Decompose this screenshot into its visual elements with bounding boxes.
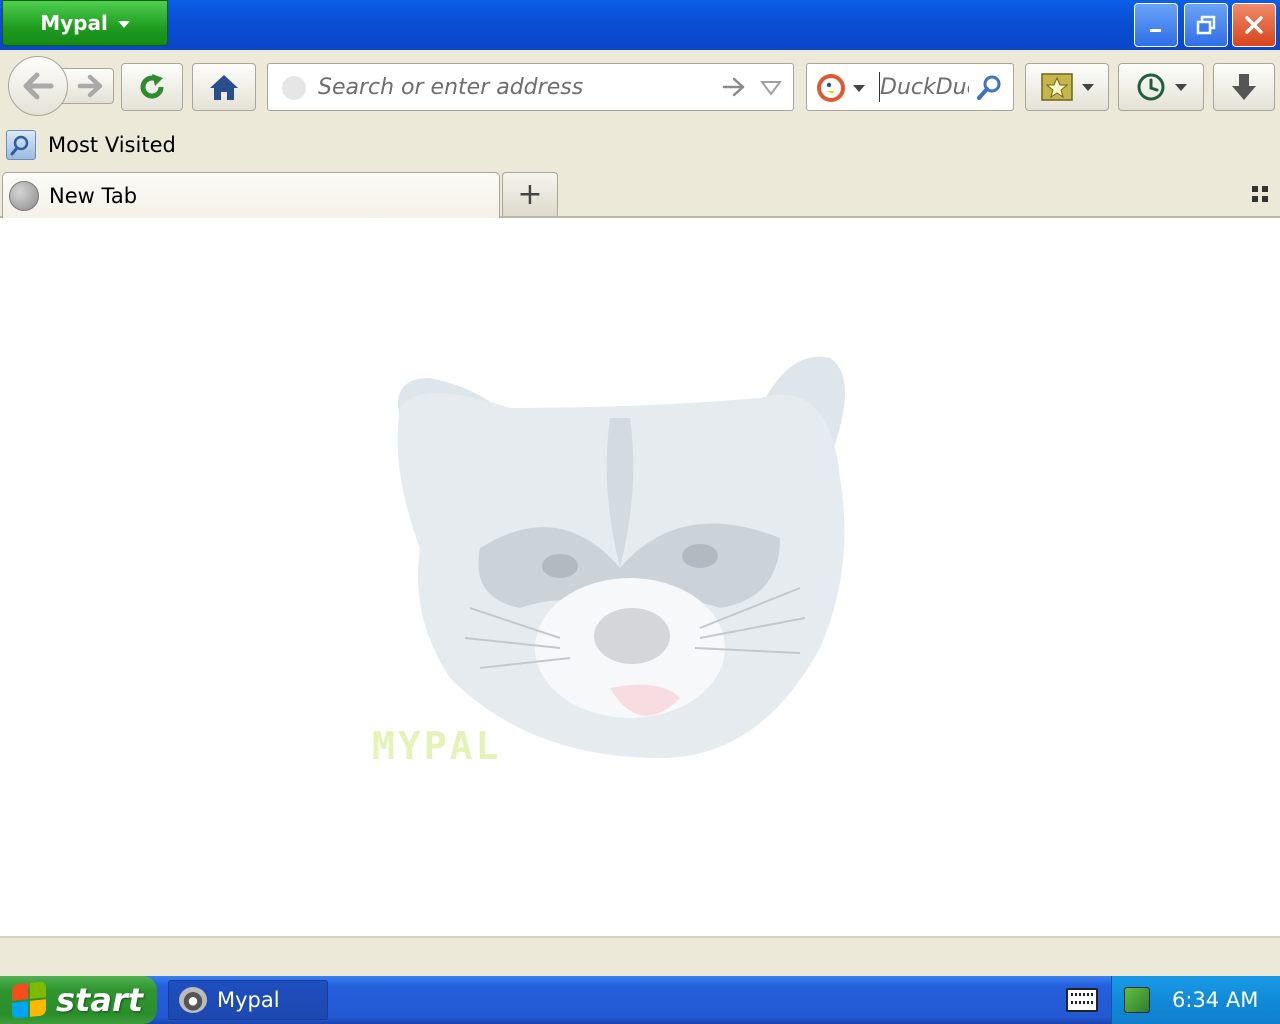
forward-arrow-icon xyxy=(77,74,103,98)
bookmark-star-icon xyxy=(1041,73,1073,101)
chevron-down-icon xyxy=(117,20,130,28)
plus-icon: + xyxy=(517,177,543,212)
tab-strip: New Tab + xyxy=(0,170,1280,218)
restore-icon xyxy=(1196,15,1216,35)
navigation-toolbar xyxy=(0,50,1280,126)
reload-button[interactable] xyxy=(121,63,183,111)
url-history-dropdown-icon[interactable] xyxy=(760,80,782,96)
keyboard-icon[interactable] xyxy=(1066,988,1098,1012)
close-icon xyxy=(1245,16,1263,34)
start-button[interactable]: start xyxy=(0,976,157,1024)
windows-taskbar: start Mypal 6:34 AM xyxy=(0,976,1280,1024)
home-button[interactable] xyxy=(192,63,256,111)
clock[interactable]: 6:34 AM xyxy=(1172,988,1258,1012)
start-label: start xyxy=(56,981,144,1019)
watermark-logo-text: MYPAL xyxy=(372,724,502,768)
reload-icon xyxy=(140,74,164,99)
downloads-button[interactable] xyxy=(1213,63,1275,111)
chevron-down-icon xyxy=(1082,83,1094,91)
restore-button[interactable] xyxy=(1184,3,1228,47)
download-arrow-icon xyxy=(1232,74,1256,100)
system-tray: 6:34 AM xyxy=(1111,976,1280,1024)
windows-logo-icon xyxy=(12,981,46,1019)
globe-icon xyxy=(9,180,39,211)
bookmarks-menu-button[interactable] xyxy=(1025,63,1109,111)
bookmark-most-visited[interactable]: Most Visited xyxy=(6,130,176,160)
address-bar[interactable] xyxy=(267,63,794,111)
go-arrow-icon[interactable] xyxy=(722,76,746,98)
tab-new-tab[interactable]: New Tab xyxy=(2,172,500,218)
raccoon-icon xyxy=(179,987,207,1013)
close-button[interactable] xyxy=(1232,3,1276,47)
window-titlebar: Mypal xyxy=(0,0,1280,50)
status-bar xyxy=(0,936,1280,976)
app-menu-label: Mypal xyxy=(40,11,108,35)
new-tab-button[interactable]: + xyxy=(502,172,558,216)
minimize-icon xyxy=(1150,29,1161,32)
back-forward-group xyxy=(8,56,114,116)
taskbar-item-mypal[interactable]: Mypal xyxy=(168,980,328,1020)
duckduckgo-icon xyxy=(817,74,845,102)
search-bar[interactable] xyxy=(806,63,1014,111)
site-identity-icon xyxy=(282,76,306,100)
raccoon-watermark-image xyxy=(397,356,845,758)
app-menu-button[interactable]: Mypal xyxy=(2,0,168,46)
history-menu-button[interactable] xyxy=(1118,63,1204,111)
taskbar-item-label: Mypal xyxy=(217,988,280,1012)
address-input[interactable] xyxy=(318,72,698,102)
bookmarks-toolbar: Most Visited xyxy=(0,126,1280,170)
chevron-down-icon xyxy=(853,84,865,92)
back-button[interactable] xyxy=(8,56,68,116)
search-icon[interactable] xyxy=(975,73,1003,101)
search-engine-selector[interactable] xyxy=(815,72,865,104)
back-arrow-icon xyxy=(23,72,54,100)
tab-label: New Tab xyxy=(49,183,138,208)
bookmark-label: Most Visited xyxy=(48,133,176,157)
network-icon[interactable] xyxy=(1124,987,1150,1013)
minimize-button[interactable] xyxy=(1134,3,1178,47)
tab-grid-icon[interactable] xyxy=(1252,186,1268,202)
most-visited-folder-icon xyxy=(6,130,36,160)
home-icon xyxy=(210,75,238,100)
new-tab-page: MYPAL xyxy=(0,218,1280,936)
clock-icon xyxy=(1137,73,1165,101)
search-input[interactable] xyxy=(879,72,969,102)
chevron-down-icon xyxy=(1175,83,1187,91)
